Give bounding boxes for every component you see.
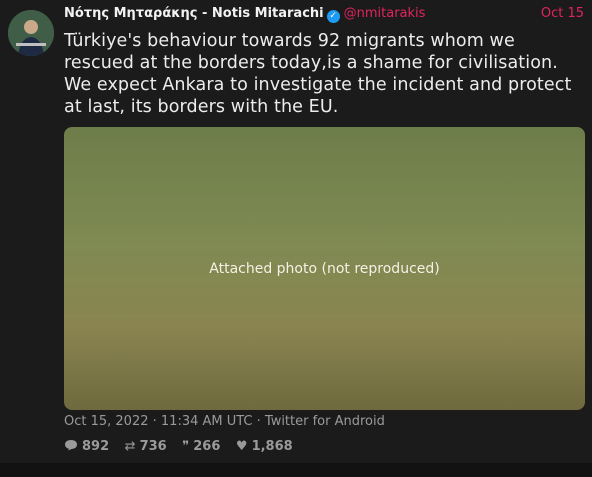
tweet-card: Νότης Μηταράκης - Notis Mitarachi ✓ @nmita… bbox=[0, 0, 592, 463]
reply-count[interactable]: 892 bbox=[64, 439, 109, 454]
quote-count-value: 266 bbox=[193, 439, 221, 454]
bottom-divider bbox=[0, 463, 592, 477]
retweet-count-value: 736 bbox=[139, 439, 167, 454]
reply-icon bbox=[64, 439, 78, 454]
author-handle[interactable]: @nmitarakis bbox=[344, 6, 426, 21]
retweet-count[interactable]: ⇄ 736 bbox=[125, 439, 167, 454]
retweet-icon: ⇄ bbox=[124, 439, 136, 454]
quote-count[interactable]: ❞ 266 bbox=[182, 439, 220, 454]
author-name[interactable]: Νότης Μηταράκης - Notis Mitarachi bbox=[64, 6, 324, 21]
tweet-timestamp[interactable]: Oct 15, 2022 · 11:34 AM UTC · Twitter fo… bbox=[64, 414, 385, 429]
avatar-image bbox=[8, 10, 54, 56]
tweet-stats: 892 ⇄ 736 ❞ 266 ♥ 1,868 bbox=[64, 439, 304, 454]
reply-count-value: 892 bbox=[82, 439, 110, 454]
quote-icon: ❞ bbox=[182, 439, 190, 454]
heart-icon: ♥ bbox=[235, 439, 248, 454]
tweet-text: Türkiye's behaviour towards 92 migrants … bbox=[64, 31, 572, 117]
tweet-media[interactable]: Attached photo (not reproduced) bbox=[64, 127, 585, 410]
media-placeholder-note: Attached photo (not reproduced) bbox=[209, 260, 440, 277]
avatar[interactable] bbox=[8, 10, 54, 56]
tweet-date-link[interactable]: Oct 15 bbox=[541, 6, 584, 21]
like-count[interactable]: ♥ 1,868 bbox=[236, 439, 293, 454]
like-count-value: 1,868 bbox=[251, 439, 293, 454]
tweet-header: Νότης Μηταράκης - Notis Mitarachi ✓ @nmita… bbox=[64, 6, 584, 24]
verified-badge-icon: ✓ bbox=[326, 10, 340, 23]
